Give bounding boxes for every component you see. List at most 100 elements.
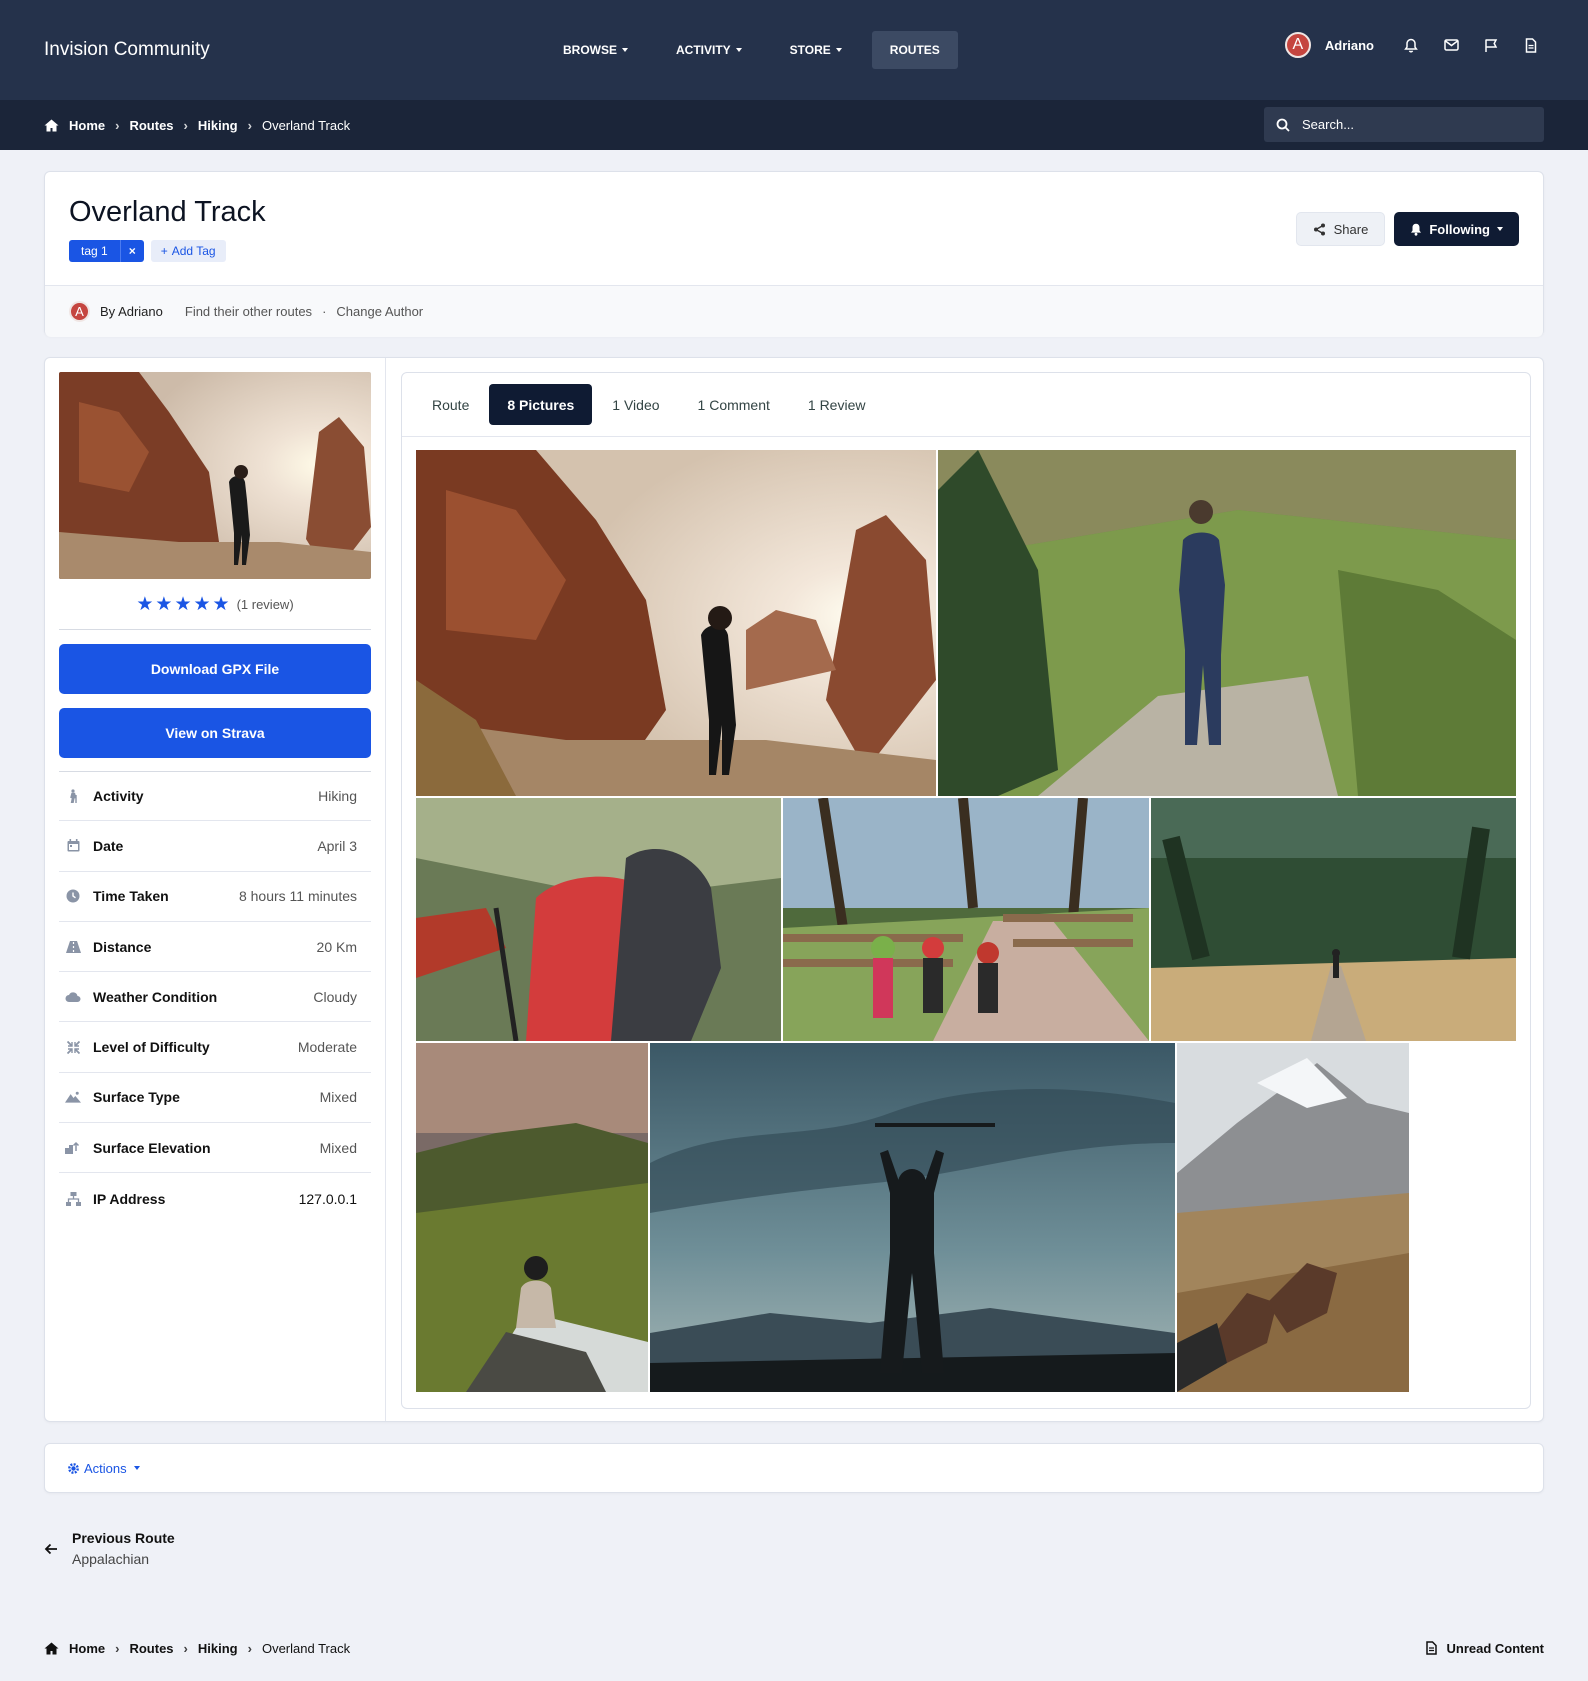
document-icon: [1425, 1641, 1437, 1655]
photo-forest-path[interactable]: [1151, 798, 1516, 1041]
star-icon: ★: [193, 594, 211, 615]
nav-activity-label: ACTIVITY: [676, 43, 731, 57]
tab-pictures[interactable]: 8 Pictures: [489, 384, 593, 425]
unread-content-link[interactable]: Unread Content: [1425, 1640, 1545, 1656]
fact-label: Distance: [93, 938, 152, 955]
page-title: Overland Track: [69, 196, 266, 228]
chevron-right-icon: ›: [247, 117, 252, 133]
breadcrumb-routes[interactable]: Routes: [129, 118, 173, 133]
breadcrumb-home[interactable]: Home: [69, 118, 105, 133]
user-avatar[interactable]: A: [1284, 32, 1311, 58]
gear-icon: [68, 1462, 79, 1474]
photo-silhouette-poles[interactable]: [650, 1043, 1175, 1392]
plus-icon: +: [160, 244, 168, 258]
fact-ip-address: IP Address 127.0.0.1: [59, 1173, 371, 1223]
nav-browse-label: BROWSE: [563, 43, 617, 57]
nav-store[interactable]: STORE: [772, 31, 860, 69]
view-strava-button[interactable]: View on Strava: [59, 708, 371, 758]
author-name[interactable]: By Adriano: [100, 304, 163, 319]
fact-label: Surface Type: [93, 1089, 180, 1106]
calendar-icon: [65, 838, 81, 854]
route-sidebar: ★ ★ ★ ★ ★ (1 review) Download GPX File V…: [45, 358, 386, 1421]
previous-route-link[interactable]: Previous Route Appalachian: [44, 1530, 175, 1567]
site-header: Invision Community BROWSE ACTIVITY STORE…: [0, 0, 1588, 100]
remove-tag-button[interactable]: ×: [119, 240, 144, 262]
review-count[interactable]: (1 review): [237, 597, 294, 612]
tab-route[interactable]: Route: [414, 384, 487, 425]
breadcrumb-hiking[interactable]: Hiking: [198, 1641, 238, 1656]
chevron-down-icon: [622, 48, 628, 52]
fact-value: 20 Km: [316, 938, 357, 955]
tag-label[interactable]: tag 1: [69, 244, 120, 258]
search-icon: [1276, 118, 1290, 132]
arrow-left-icon: [44, 1543, 57, 1554]
actions-label: Actions: [84, 1460, 127, 1476]
fact-value: 127.0.0.1: [298, 1190, 357, 1207]
fact-elevation: Surface Elevation Mixed: [59, 1123, 371, 1174]
bell-icon[interactable]: [1398, 32, 1424, 58]
chevron-right-icon: ›: [247, 1640, 252, 1656]
elevation-icon: [65, 1140, 81, 1156]
fact-label: Activity: [93, 787, 144, 804]
site-logo[interactable]: Invision Community: [44, 39, 210, 61]
fact-time-taken: Time Taken 8 hours 11 minutes: [59, 872, 371, 922]
previous-route-title: Appalachian: [72, 1551, 150, 1567]
fact-value: Mixed: [319, 1089, 357, 1106]
route-content: Route 8 Pictures 1 Video 1 Comment 1 Rev…: [401, 372, 1531, 1409]
photo-red-backpack[interactable]: [416, 798, 781, 1041]
change-author-link[interactable]: Change Author: [336, 304, 423, 319]
photo-hiker-red-rocks[interactable]: [416, 450, 936, 796]
footer-breadcrumb: Home › Routes › Hiking › Overland Track: [44, 1641, 350, 1656]
fact-value: Moderate: [297, 1039, 357, 1056]
author-avatar[interactable]: A: [69, 301, 90, 322]
chevron-down-icon: [1497, 227, 1503, 231]
star-icon: ★: [136, 594, 154, 615]
actions-menu[interactable]: Actions: [67, 1461, 140, 1476]
add-tag-button[interactable]: + Add Tag: [150, 240, 226, 262]
route-cover-image[interactable]: [59, 372, 371, 579]
breadcrumb-bar: Home › Routes › Hiking › Overland Track …: [0, 100, 1588, 150]
main-nav: BROWSE ACTIVITY STORE ROUTES: [545, 31, 958, 69]
other-routes-link[interactable]: Find their other routes: [185, 304, 312, 319]
chevron-down-icon: [735, 48, 742, 52]
unread-content-label: Unread Content: [1446, 1640, 1545, 1656]
add-tag-label: Add Tag: [171, 244, 216, 258]
breadcrumb-hiking[interactable]: Hiking: [198, 118, 238, 133]
nav-activity[interactable]: ACTIVITY: [658, 31, 760, 69]
photo-hiker-green-hill[interactable]: [938, 450, 1516, 796]
tab-review[interactable]: 1 Review: [790, 384, 884, 425]
header-actions: Share Following: [1295, 212, 1519, 246]
fact-activity: Activity Hiking: [59, 771, 371, 822]
share-button[interactable]: Share: [1295, 212, 1386, 246]
following-button[interactable]: Following: [1394, 212, 1519, 246]
download-gpx-button[interactable]: Download GPX File: [59, 644, 371, 694]
fact-value: 8 hours 11 minutes: [238, 888, 357, 905]
search-input[interactable]: Search...: [1264, 107, 1544, 142]
flag-icon[interactable]: [1478, 32, 1504, 58]
fact-label: IP Address: [93, 1190, 166, 1207]
search-placeholder: Search...: [1302, 117, 1355, 132]
breadcrumb-routes[interactable]: Routes: [129, 1641, 173, 1656]
fact-value: Cloudy: [313, 988, 357, 1005]
tab-comment[interactable]: 1 Comment: [680, 384, 788, 425]
fact-distance: Distance 20 Km: [59, 922, 371, 973]
photo-boots-mountain[interactable]: [1177, 1043, 1409, 1392]
breadcrumb-home[interactable]: Home: [69, 1641, 105, 1656]
nav-browse[interactable]: BROWSE: [545, 31, 646, 69]
user-name[interactable]: Adriano: [1325, 38, 1374, 53]
photo-hikers-fence[interactable]: [783, 798, 1149, 1041]
chevron-right-icon: ›: [115, 117, 120, 133]
share-icon: [1313, 223, 1325, 235]
nav-routes[interactable]: ROUTES: [871, 31, 958, 69]
star-icon: ★: [212, 594, 230, 615]
footer-bar: Home › Routes › Hiking › Overland Track …: [44, 1638, 1544, 1658]
following-label: Following: [1429, 221, 1490, 237]
photo-mountain-sitting[interactable]: [416, 1043, 648, 1392]
home-icon: [44, 119, 59, 131]
tag-chip[interactable]: tag 1 ×: [69, 240, 144, 262]
breadcrumb-current: Overland Track: [261, 117, 351, 133]
fact-difficulty: Level of Difficulty Moderate: [59, 1022, 371, 1073]
envelope-icon[interactable]: [1438, 32, 1464, 58]
document-icon[interactable]: [1518, 32, 1544, 58]
tab-video[interactable]: 1 Video: [594, 384, 677, 425]
